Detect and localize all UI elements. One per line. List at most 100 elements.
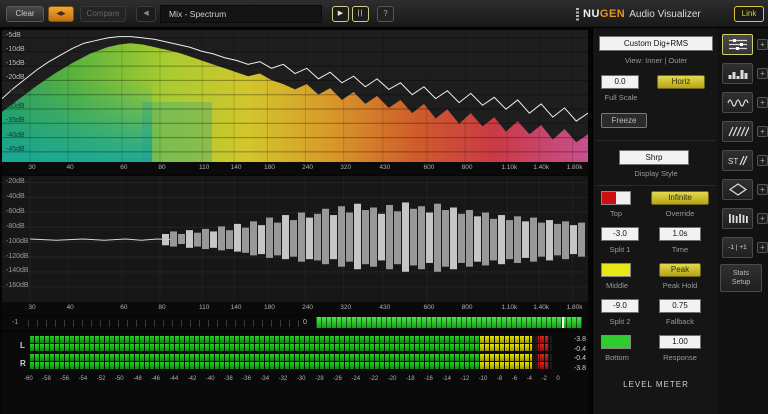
bottom-color-swatch[interactable] — [601, 335, 631, 349]
freq-tick-label: 110 — [198, 164, 210, 171]
view-slot-diamond-button[interactable] — [722, 179, 753, 200]
split1-value-input[interactable]: -3.0 — [601, 227, 639, 241]
middle-color-swatch[interactable] — [601, 263, 631, 277]
stereo-st-icon: ST — [728, 155, 748, 166]
meter-scale-label: -52 — [96, 376, 106, 382]
meter-bar — [30, 336, 552, 343]
preset-display[interactable]: Mix - Spectrum — [160, 5, 322, 23]
add-view-button[interactable]: + — [757, 97, 768, 108]
swap-lr-button[interactable]: ◀▶ — [48, 6, 74, 22]
meter-left — [30, 336, 552, 352]
freq-tick-label: 800 — [461, 164, 473, 171]
meter-scale-label: -54 — [78, 376, 88, 382]
meter-scale-label: -20 — [387, 376, 397, 382]
freq-tick-label: 240 — [302, 304, 313, 311]
prev-preset-button[interactable]: ◀ — [136, 6, 156, 22]
split2-value-input[interactable]: -9.0 — [601, 299, 639, 313]
clear-button[interactable]: Clear — [6, 6, 44, 22]
view-slot-bar-graph-button[interactable] — [722, 63, 753, 84]
range-plot — [2, 176, 588, 302]
db-tick-label: -15dB — [6, 60, 25, 68]
spectrum-display: -5dB -10dB -15dB -20dB -25dB -30dB -35dB -40dB -… — [2, 30, 588, 162]
display-style-label: Display Style — [634, 169, 678, 178]
view-slot-column-bars-button[interactable] — [722, 208, 753, 229]
display-style-select[interactable]: Shrp — [619, 150, 689, 165]
meter-scale-label: -6 — [511, 376, 518, 382]
play-button[interactable]: ▶ — [332, 6, 349, 22]
peak-hold-label: Peak Hold — [662, 281, 698, 290]
link-button[interactable]: Link — [734, 6, 764, 22]
infinite-button[interactable]: Infinite — [651, 191, 709, 205]
freq-tick-label: 40 — [66, 164, 74, 171]
freq-tick-label: 430 — [379, 164, 391, 171]
meter-readout: -0.4 — [573, 345, 586, 353]
view-mode-label[interactable]: View: Inner | Outer — [593, 56, 719, 65]
brand-logo: NUGEN Audio Visualizer — [576, 6, 701, 22]
add-view-button[interactable]: + — [757, 39, 768, 50]
freq-tick-label: 140 — [230, 164, 242, 171]
freq-tick-label: 320 — [340, 164, 352, 171]
meter-scale-label: -40 — [205, 376, 215, 382]
bar-graph-icon — [728, 70, 747, 79]
add-view-button[interactable]: + — [757, 184, 768, 195]
range-pm-button[interactable]: -1 | +1 — [722, 237, 753, 258]
db-tick-label: -10dB — [6, 45, 25, 53]
view-toolbox: + + + + ST + + + -1 | +1 + Stats Setup — [718, 28, 768, 414]
brand-suffix: Audio Visualizer — [629, 8, 701, 20]
meter-scale-label: -56 — [60, 376, 70, 382]
add-view-button[interactable]: + — [757, 213, 768, 224]
add-view-button[interactable]: + — [757, 155, 768, 166]
meter-scale-label: -32 — [278, 376, 288, 382]
view-slot-hatch-lines-button[interactable] — [722, 121, 753, 142]
meter-bar — [30, 344, 552, 351]
pause-button[interactable]: || — [352, 6, 369, 22]
db-tick-label: -5dB — [6, 31, 21, 39]
level-meter-label: LEVEL METER — [623, 380, 689, 389]
stats-setup-button[interactable]: Stats Setup — [720, 264, 762, 292]
peak-button[interactable]: Peak — [659, 263, 701, 277]
full-scale-value-input[interactable]: 0.0 — [601, 75, 639, 89]
db-tick-label: -20dB — [6, 74, 25, 82]
meter-scale-label: -60 — [24, 376, 33, 382]
swap-arrows-icon: ◀▶ — [56, 11, 66, 17]
db-tick-label: -100dB — [6, 237, 29, 245]
freq-tick-label: 1.40k — [533, 304, 550, 311]
freq-tick-label: 800 — [461, 304, 473, 311]
meter-scale-label: -46 — [151, 376, 160, 382]
column-bars-icon — [728, 214, 748, 223]
control-panel: Custom Dig+RMS View: Inner | Outer 0.0 H… — [592, 28, 718, 414]
freq-tick-label: 1.80k — [566, 304, 583, 311]
meter-readout: -3.8 — [573, 336, 586, 343]
db-tick-label: -80dB — [6, 222, 25, 230]
meter-scale-label: -58 — [42, 376, 51, 382]
freq-tick-label: 180 — [263, 304, 275, 311]
meter-scale-label: -12 — [460, 376, 470, 382]
full-scale-label: Full Scale — [604, 93, 638, 102]
help-button[interactable]: ? — [377, 6, 394, 22]
freeze-button[interactable]: Freeze — [601, 113, 647, 128]
freq-tick-label: 240 — [302, 164, 313, 171]
mixer-sliders-icon — [728, 39, 747, 50]
add-view-button[interactable]: + — [757, 126, 768, 137]
fallback-value-input[interactable]: 0.75 — [659, 299, 701, 313]
add-view-button[interactable]: + — [757, 242, 768, 253]
view-slot-waveform-button[interactable] — [722, 92, 753, 113]
compare-button[interactable]: Compare — [80, 6, 126, 22]
meter-scale-label: -8 — [496, 376, 503, 382]
view-slot-mixer-sliders-button[interactable] — [722, 34, 753, 55]
freq-tick-label: 180 — [263, 164, 275, 171]
freq-tick-label: 40 — [66, 304, 74, 311]
horiz-button[interactable]: Horiz — [657, 75, 705, 89]
add-view-button[interactable]: + — [757, 68, 768, 79]
meter-scale-label: -14 — [442, 376, 451, 382]
view-slot-stereo-st-button[interactable]: ST — [722, 150, 753, 171]
db-tick-label: -35dB — [6, 117, 25, 125]
range-frequency-axis: 30 40 60 80 110 140 180 240 320 430 600 800 1.10k 1.4… — [2, 302, 588, 315]
freq-tick-label: 140 — [230, 304, 242, 311]
top-color-swatch[interactable] — [601, 191, 631, 205]
correlation-meter: -1 0 — [2, 316, 588, 330]
meter-scale-label: 0 — [556, 376, 560, 382]
analysis-mode-select[interactable]: Custom Dig+RMS — [599, 36, 713, 51]
time-value-input[interactable]: 1.0s — [659, 227, 701, 241]
response-value-input[interactable]: 1.00 — [659, 335, 701, 349]
